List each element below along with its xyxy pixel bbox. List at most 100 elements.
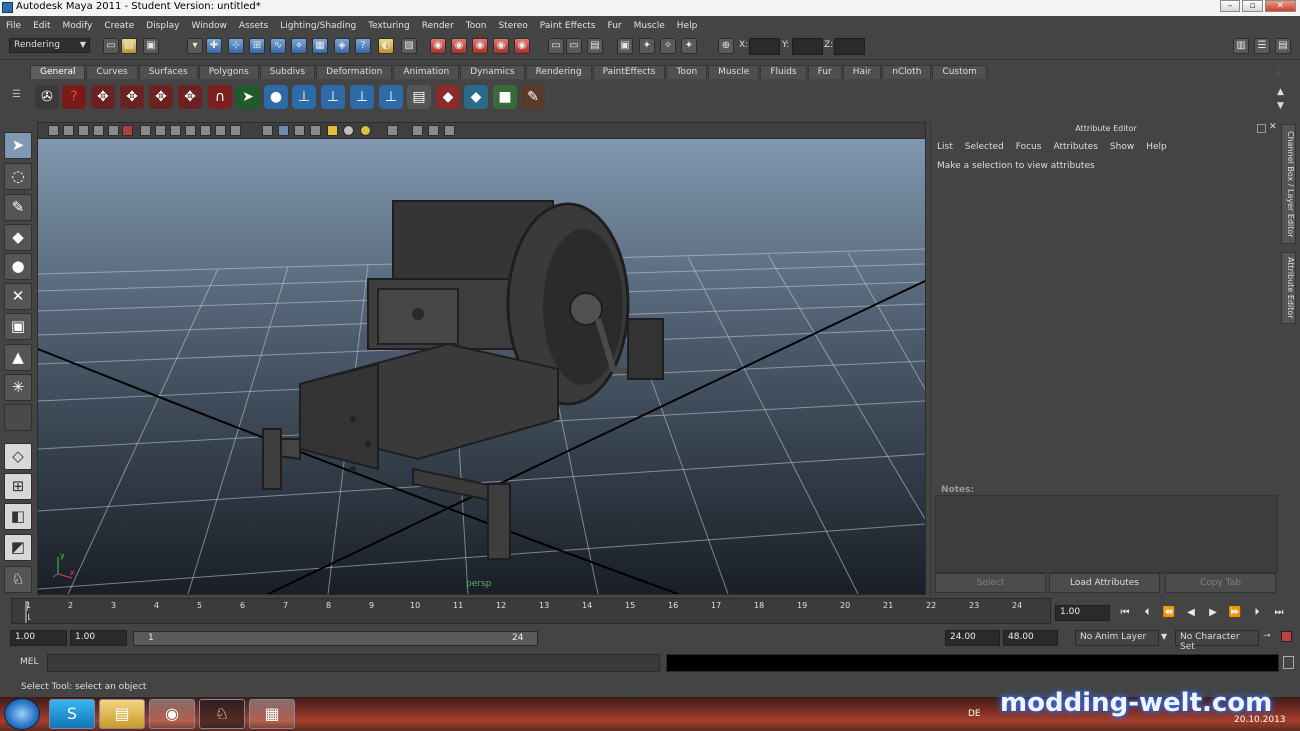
input-line-icon[interactable]: ▭ (548, 38, 564, 54)
resolution-gate-icon[interactable] (170, 125, 181, 136)
timeline-bar[interactable]: 1 1 2 3 4 5 6 7 8 9 10 11 12 13 14 15 16… (11, 598, 1051, 624)
copy-tab-button[interactable]: Copy Tab (1165, 573, 1276, 593)
last-tool-slot[interactable] (4, 404, 32, 431)
playback-start-field[interactable]: 1.00 (70, 630, 127, 646)
shelf-tab-polygons[interactable]: Polygons (198, 65, 259, 79)
shelf-scroll-down-icon[interactable]: ▼ (1277, 101, 1289, 113)
four-view-layout-icon[interactable]: ⊞ (4, 473, 32, 500)
shelf-tab-toon[interactable]: Toon (666, 65, 708, 79)
film-gate-icon[interactable] (155, 125, 166, 136)
select-hierarchy-icon[interactable]: ▾ (187, 38, 203, 54)
high-quality-icon[interactable] (360, 125, 371, 136)
shelf-tab-rendering[interactable]: Rendering (525, 65, 592, 79)
shelf-tab-muscle[interactable]: Muscle (708, 65, 760, 79)
sphere-icon[interactable]: ● (264, 85, 288, 109)
outliner-icon[interactable]: ♘ (4, 566, 32, 593)
make-live-icon[interactable]: ◈ (334, 38, 350, 54)
screenshot-tool-icon[interactable]: ▦ (249, 699, 295, 729)
select-component-icon[interactable]: ⊹ (228, 38, 244, 54)
shelf-tab-deformation[interactable]: Deformation (316, 65, 393, 79)
ae-menu-selected[interactable]: Selected (965, 142, 1004, 152)
load-attributes-button[interactable]: Load Attributes (1049, 573, 1160, 593)
persp-outliner-layout-icon[interactable]: ◧ (4, 503, 32, 530)
render-view-icon[interactable]: ◉ (514, 38, 530, 54)
lasso-tool-icon[interactable]: ◌ (4, 163, 32, 190)
maximize-button[interactable]: ▫ (1242, 0, 1263, 12)
render-settings-icon[interactable]: ◉ (472, 38, 488, 54)
tool-settings-toggle-icon[interactable]: ☰ (1254, 38, 1270, 54)
snap-point-icon[interactable]: ⋄ (291, 38, 307, 54)
menu-window[interactable]: Window (191, 21, 227, 31)
shelf-tab-subdivs[interactable]: Subdivs (259, 65, 316, 79)
menu-stereo[interactable]: Stereo (498, 21, 527, 31)
menu-set-dropdown[interactable]: Rendering ▼ (9, 38, 90, 53)
new-scene-icon[interactable]: ▭ (103, 38, 119, 54)
select-camera-icon[interactable] (48, 125, 59, 136)
modeling-toolkit-icon[interactable]: ▣ (617, 38, 633, 54)
lock-icon[interactable]: ◐ (378, 38, 394, 54)
wireframe-icon[interactable] (262, 125, 273, 136)
key-icon[interactable]: ⊸ (1263, 631, 1271, 641)
channel-icon[interactable]: ✦ (681, 38, 697, 54)
shelf-tab-animation[interactable]: Animation (393, 65, 460, 79)
y-coordinate-field[interactable] (792, 38, 823, 55)
snap-curve-icon[interactable]: ∿ (270, 38, 286, 54)
field-chart-icon[interactable] (200, 125, 211, 136)
pointer-green-icon[interactable]: ➤ (236, 85, 260, 109)
notes-textarea[interactable] (935, 495, 1278, 573)
grease-pencil-icon[interactable] (108, 125, 119, 136)
shadows-icon[interactable] (343, 125, 354, 136)
float-panel-icon[interactable] (1257, 124, 1266, 133)
single-perspective-layout-icon[interactable]: ◇ (4, 443, 32, 470)
shelf-tab-general[interactable]: General (30, 65, 86, 79)
ik-spline-icon[interactable]: ✥ (149, 85, 173, 109)
constraint-aim-icon[interactable]: ⊥ (321, 85, 345, 109)
attribute-editor-toggle-icon[interactable]: ▥ (1233, 38, 1249, 54)
menu-texturing[interactable]: Texturing (368, 21, 410, 31)
save-scene-icon[interactable]: ▣ (143, 38, 159, 54)
channel-box-tab[interactable]: Channel Box / Layer Editor (1281, 124, 1296, 244)
share-icon[interactable] (444, 125, 455, 136)
ae-menu-focus[interactable]: Focus (1016, 142, 1042, 152)
shelf-tab-painteffects[interactable]: PaintEffects (592, 65, 666, 79)
select-tool-icon[interactable]: ➤ (4, 132, 32, 159)
step-forward-key-icon[interactable]: ⏩ (1227, 606, 1243, 620)
chevron-down-icon[interactable]: ▼ (1161, 632, 1167, 641)
windows-start-icon[interactable] (4, 698, 40, 730)
persp-graph-layout-icon[interactable]: ◩ (4, 534, 32, 561)
menu-modify[interactable]: Modify (63, 21, 93, 31)
lighting-icon[interactable] (327, 125, 338, 136)
open-scene-icon[interactable]: ▤ (121, 38, 137, 54)
close-panel-icon[interactable]: ✕ (1269, 122, 1277, 132)
image-plane-icon[interactable] (93, 125, 104, 136)
character-set-dropdown[interactable]: No Character Set (1175, 630, 1259, 652)
hypershade-icon[interactable]: ◉ (493, 38, 509, 54)
shelf-tab-fur[interactable]: Fur (807, 65, 842, 79)
graph-editor-icon[interactable]: ▤ (407, 85, 431, 109)
xray-joints-icon[interactable] (428, 125, 439, 136)
shelf-menu-icon[interactable]: ☰ (12, 89, 26, 109)
render-icon[interactable]: ◆ (436, 85, 460, 109)
minimize-button[interactable]: – (1220, 0, 1241, 12)
gate-mask-icon[interactable] (185, 125, 196, 136)
rotate-tool-icon[interactable]: ● (4, 253, 32, 280)
viewport-scene[interactable]: y x persp (38, 139, 925, 594)
shelf-options-icon[interactable]: ⫶ (1277, 69, 1289, 81)
bones-icon[interactable]: ✥ (91, 85, 115, 109)
lights-icon[interactable]: ◆ (464, 85, 488, 109)
anim-preferences-icon[interactable] (1281, 631, 1292, 642)
ae-menu-help[interactable]: Help (1146, 142, 1167, 152)
end-time-field[interactable]: 48.00 (1003, 630, 1058, 646)
ipr-render-icon[interactable]: ◉ (451, 38, 467, 54)
soft-mod-tool-icon[interactable]: ▲ (4, 344, 32, 371)
move-tool-icon[interactable]: ◆ (4, 224, 32, 251)
skype-icon[interactable]: S (49, 699, 95, 729)
ik-handle-icon[interactable]: ✥ (120, 85, 144, 109)
relative-transform-icon[interactable]: ▭ (566, 38, 582, 54)
mel-label[interactable]: MEL (20, 657, 38, 667)
shelf-tab-dynamics[interactable]: Dynamics (460, 65, 525, 79)
z-coordinate-field[interactable] (834, 38, 865, 55)
ae-menu-attributes[interactable]: Attributes (1053, 142, 1097, 152)
manipulator-tool-icon[interactable]: ▣ (4, 313, 32, 340)
menu-lighting-shading[interactable]: Lighting/Shading (280, 21, 356, 31)
